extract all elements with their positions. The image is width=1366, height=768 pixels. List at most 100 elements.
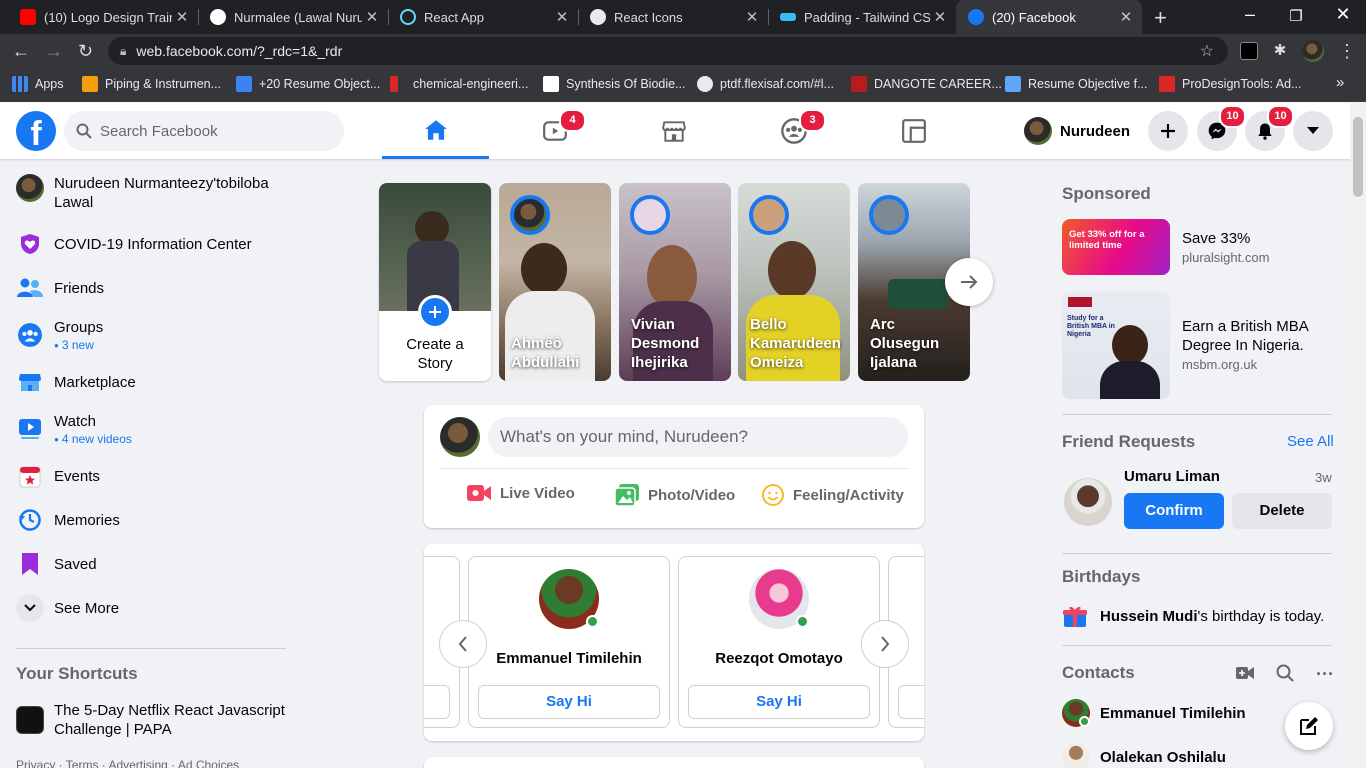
bookmark-star-icon[interactable]: ☆ <box>1200 41 1214 61</box>
browser-tab[interactable]: React App ✕ <box>388 0 578 34</box>
browser-tab[interactable]: (10) Logo Design Traini ✕ <box>8 0 198 34</box>
search-input[interactable] <box>100 122 320 140</box>
messenger-button[interactable]: 10 <box>1197 105 1246 151</box>
restore-icon[interactable]: ❐ <box>1286 7 1306 25</box>
more-options-icon[interactable]: ··· <box>1316 664 1334 685</box>
nav-tab-gaming[interactable] <box>860 103 967 159</box>
url-bar[interactable]: 🔒︎ web.facebook.com/?_rdc=1&_rdr ☆ <box>108 37 1228 65</box>
browser-tab[interactable]: Nurmalee (Lawal Nurud ✕ <box>198 0 388 34</box>
sidebar-item-groups[interactable]: Groups 3 new <box>8 310 298 360</box>
bookmark-favicon-icon <box>851 76 867 92</box>
nav-tab-groups[interactable]: 3 <box>740 103 847 159</box>
birthday-row[interactable]: Hussein Mudi's birthday is today. <box>1062 604 1324 628</box>
close-tab-icon[interactable]: ✕ <box>930 8 950 26</box>
sidebar-item-watch[interactable]: Watch 4 new videos <box>8 404 298 454</box>
close-tab-icon[interactable]: ✕ <box>1116 8 1136 26</box>
scrollbar-thumb[interactable] <box>1353 117 1363 197</box>
contact-item[interactable]: Emmanuel Timilehin <box>1062 699 1246 727</box>
create-button[interactable] <box>1148 111 1188 151</box>
nav-tab-home[interactable] <box>382 103 489 159</box>
pymk-card[interactable]: Reezqot Omotayo Say Hi <box>678 556 880 728</box>
carousel-next-button[interactable] <box>861 620 909 668</box>
browser-profile-avatar[interactable] <box>1302 40 1324 62</box>
create-story-card[interactable]: Create a Story <box>379 183 491 381</box>
bookmark-item[interactable]: Piping & Instrumen... <box>82 76 221 92</box>
pymk-name[interactable]: Emmanuel Timilehin <box>469 650 669 667</box>
sidebar-item-friends[interactable]: Friends <box>8 266 298 310</box>
friend-request-avatar[interactable] <box>1064 478 1112 526</box>
close-tab-icon[interactable]: ✕ <box>172 8 192 26</box>
delete-button[interactable]: Delete <box>1232 493 1332 529</box>
new-tab-icon[interactable]: + <box>1154 5 1167 31</box>
footer-links[interactable]: Privacy · Terms · Advertising · Ad Choic… <box>16 758 239 768</box>
browser-menu-icon[interactable]: ⋮ <box>1338 41 1356 62</box>
contact-item[interactable]: Olalekan Oshilalu <box>1062 743 1226 768</box>
say-hi-button[interactable]: Say Hi <box>478 685 660 719</box>
bookmark-item[interactable]: Synthesis Of Biodie... <box>543 76 686 92</box>
browser-tab[interactable]: React Icons ✕ <box>578 0 768 34</box>
bookmark-item[interactable]: DANGOTE CAREER... <box>851 76 1002 92</box>
ad-title[interactable]: Save 33% <box>1182 229 1342 248</box>
shortcut-item[interactable]: The 5-Day Netflix React Javascript Chall… <box>16 701 296 739</box>
notifications-button[interactable]: 10 <box>1245 105 1294 151</box>
browser-tab[interactable]: Padding - Tailwind CSS ✕ <box>768 0 956 34</box>
photo-video-button[interactable]: Photo/Video <box>614 483 735 507</box>
reload-icon[interactable]: ↻ <box>78 41 93 62</box>
story-card[interactable]: Ahmêô Abdullahi <box>499 183 611 381</box>
confirm-button[interactable]: Confirm <box>1124 493 1224 529</box>
friend-request-name[interactable]: Umaru Liman <box>1124 468 1220 485</box>
say-hi-button[interactable] <box>424 685 450 719</box>
page-scrollbar[interactable] <box>1350 103 1366 768</box>
bookmark-item[interactable]: chemical-engineeri... <box>390 76 528 92</box>
search-box[interactable] <box>64 111 344 151</box>
carousel-prev-button[interactable] <box>439 620 487 668</box>
sidebar-item-memories[interactable]: Memories <box>8 498 298 542</box>
nav-tab-marketplace[interactable] <box>620 103 727 159</box>
stories-next-button[interactable] <box>945 258 993 306</box>
forward-icon[interactable]: → <box>45 41 63 62</box>
see-all-link[interactable]: See All <box>1287 433 1334 450</box>
bookmark-item[interactable]: ProDesignTools: Ad... <box>1159 76 1302 92</box>
birthday-name[interactable]: Hussein Mudi <box>1100 608 1198 625</box>
add-story-plus-icon[interactable] <box>418 295 452 329</box>
sidebar-item-saved[interactable]: Saved <box>8 542 298 586</box>
story-card[interactable]: Bello Kamarudeen Omeiza <box>738 183 850 381</box>
browser-tab-active[interactable]: (20) Facebook ✕ <box>956 0 1142 34</box>
story-card[interactable]: Vivian Desmond Ihejirika <box>619 183 731 381</box>
close-tab-icon[interactable]: ✕ <box>362 8 382 26</box>
bookmark-apps[interactable]: Apps <box>12 76 64 92</box>
pymk-name[interactable]: Reezqot Omotayo <box>679 650 879 667</box>
sidebar-see-more[interactable]: See More <box>8 586 298 630</box>
sidebar-item-marketplace[interactable]: Marketplace <box>8 360 298 404</box>
close-tab-icon[interactable]: ✕ <box>742 8 762 26</box>
contacts-search-icon[interactable] <box>1276 664 1294 687</box>
sidebar-item-events[interactable]: Events <box>8 454 298 498</box>
bookmark-item[interactable]: ptdf.flexisaf.com/#l... <box>697 76 834 92</box>
nav-tab-watch[interactable]: 4 <box>501 103 608 159</box>
ad-title[interactable]: Earn a British MBA Degree In Nigeria. <box>1182 317 1342 355</box>
sidebar-item-profile[interactable]: Nurudeen Nurmanteezy'tobiloba Lawal <box>8 164 298 222</box>
close-tab-icon[interactable]: ✕ <box>552 8 572 26</box>
say-hi-button[interactable] <box>898 685 924 719</box>
profile-shortcut[interactable]: Nurudeen <box>1024 115 1130 147</box>
minimize-icon[interactable]: – <box>1240 4 1260 25</box>
live-video-button[interactable]: Live Video <box>466 483 575 503</box>
extensions-puzzle-icon[interactable]: ✱ <box>1271 42 1289 60</box>
sidebar-item-covid[interactable]: COVID-19 Information Center <box>8 222 298 266</box>
terminal-extension-icon[interactable] <box>1240 42 1258 60</box>
facebook-logo-icon[interactable]: f <box>16 111 56 151</box>
ad-image[interactable]: Get 33% off for a limited time <box>1062 219 1170 275</box>
back-icon[interactable]: ← <box>12 41 30 62</box>
account-menu-button[interactable] <box>1293 111 1333 151</box>
bookmark-item[interactable]: +20 Resume Object... <box>236 76 380 92</box>
composer-input[interactable]: What's on your mind, Nurudeen? <box>488 417 908 457</box>
say-hi-button[interactable]: Say Hi <box>688 685 870 719</box>
pymk-card[interactable]: Emmanuel Timilehin Say Hi <box>468 556 670 728</box>
new-message-button[interactable] <box>1285 702 1333 750</box>
bookmark-item[interactable]: Resume Objective f... <box>1005 76 1148 92</box>
feeling-activity-button[interactable]: Feeling/Activity <box>761 483 904 507</box>
new-room-video-icon[interactable] <box>1236 666 1254 685</box>
more-bookmarks-icon[interactable]: » <box>1336 74 1344 91</box>
ad-image[interactable]: Study for a British MBA in Nigeria <box>1062 291 1170 399</box>
close-window-icon[interactable]: ✕ <box>1333 4 1353 25</box>
